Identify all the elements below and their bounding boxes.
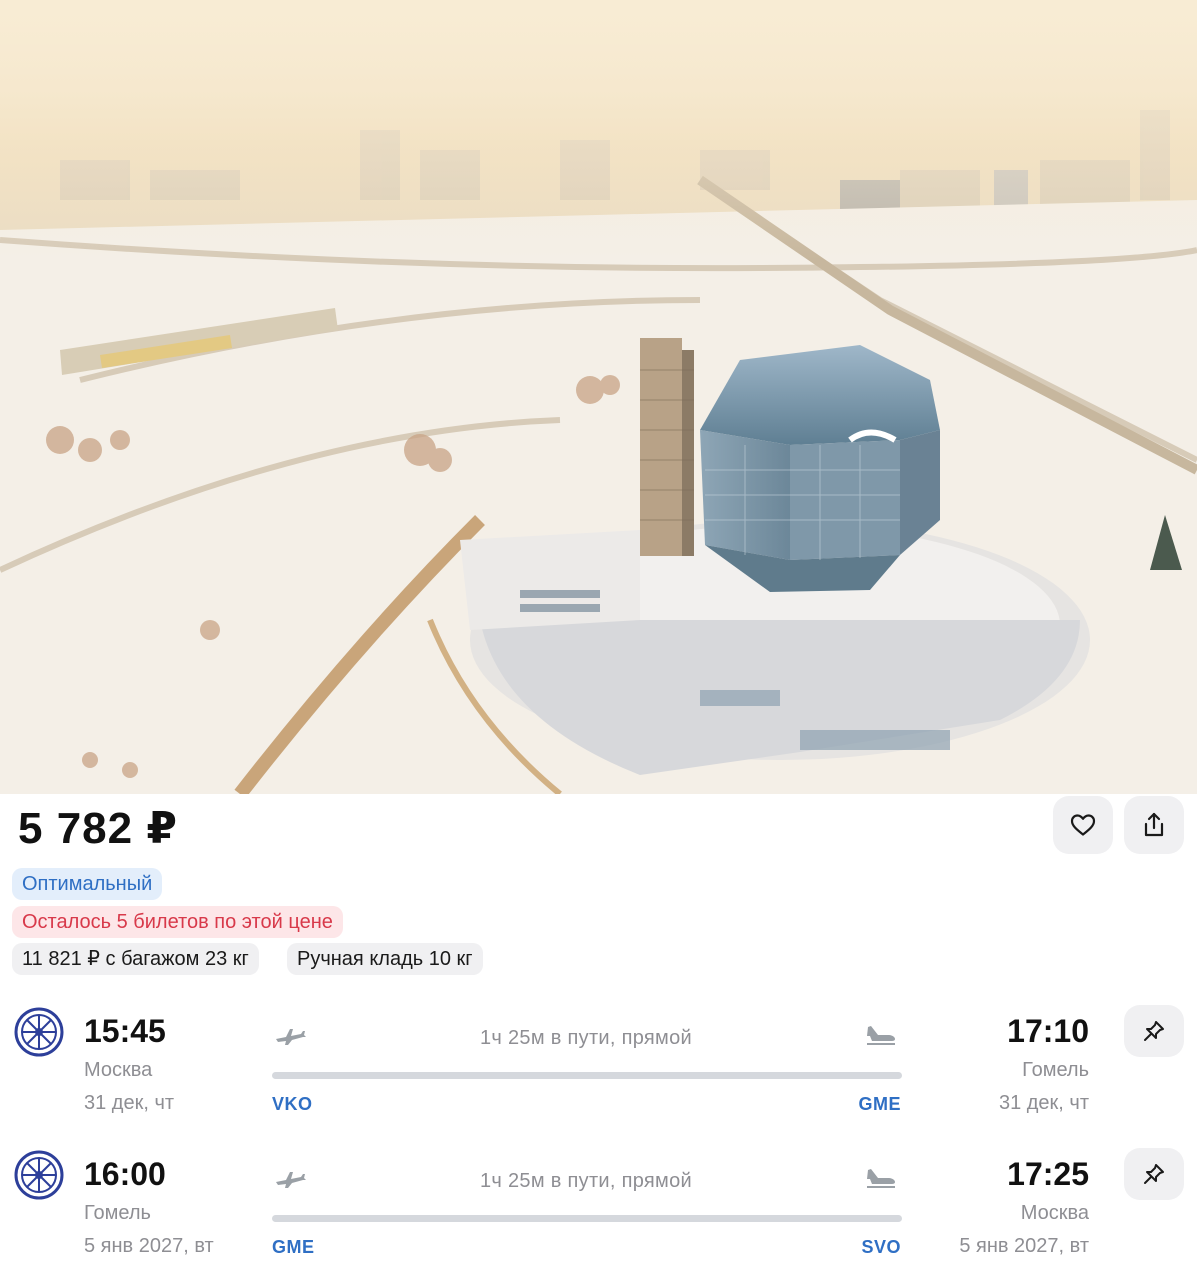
airline-logo-icon [14,1007,64,1057]
plane-takeoff-icon [276,1029,306,1045]
pin-flight-button[interactable] [1124,1148,1184,1200]
flight-duration: 1ч 25м в пути, прямой [479,1170,692,1192]
arrival-airport-code: SVO [861,1237,901,1257]
arrival-airport-code: GME [858,1094,901,1114]
arrival-city: Москва [1020,1202,1089,1224]
departure-date: 5 янв 2027, вт [84,1235,214,1257]
departure-airport-code: VKO [272,1094,313,1114]
arrival-time: 17:10 [1007,1013,1089,1049]
pin-icon [1144,1164,1164,1184]
heart-icon [1070,814,1096,836]
pin-icon [1144,1021,1164,1041]
departure-time: 15:45 [84,1013,166,1049]
departure-time: 16:00 [84,1156,166,1192]
airline-logo-icon [14,1150,64,1200]
destination-photo [0,0,1197,794]
plane-takeoff-icon [276,1172,306,1188]
arrival-time: 17:25 [1007,1156,1089,1192]
tickets-left-badge: Осталось 5 билетов по этой цене [12,906,343,938]
hand-luggage-chip: Ручная кладь 10 кг [287,943,483,975]
departure-date: 31 дек, чт [84,1092,175,1114]
departure-airport-code: GME [272,1237,315,1257]
share-button[interactable] [1124,796,1184,854]
departure-city: Гомель [84,1202,151,1224]
plane-landing-icon [867,1169,895,1188]
arrival-date: 5 янв 2027, вт [959,1235,1089,1257]
optimal-badge: Оптимальный [12,868,163,900]
plane-landing-icon [867,1026,895,1045]
pin-flight-button[interactable] [1124,1005,1184,1057]
arrival-city: Гомель [1022,1059,1089,1081]
flight-segment-outbound: 15:45 Москва 31 дек, чт 1ч 25м в пути, п… [0,1005,1197,1135]
baggage-option-chip[interactable]: 11 821 ₽ с багажом 23 кг [12,943,259,975]
winter-city-aerial-image [0,0,1197,794]
arrival-date: 31 дек, чт [998,1092,1089,1114]
favorite-button[interactable] [1053,796,1113,854]
departure-city: Москва [84,1059,153,1081]
flight-duration: 1ч 25м в пути, прямой [479,1027,692,1049]
ticket-price: 5 782 ₽ [18,804,178,853]
route-line [272,1215,902,1222]
flight-segment-return: 16:00 Гомель 5 янв 2027, вт 1ч 25м в пут… [0,1148,1197,1278]
route-line [272,1072,902,1079]
share-icon [1144,812,1164,837]
